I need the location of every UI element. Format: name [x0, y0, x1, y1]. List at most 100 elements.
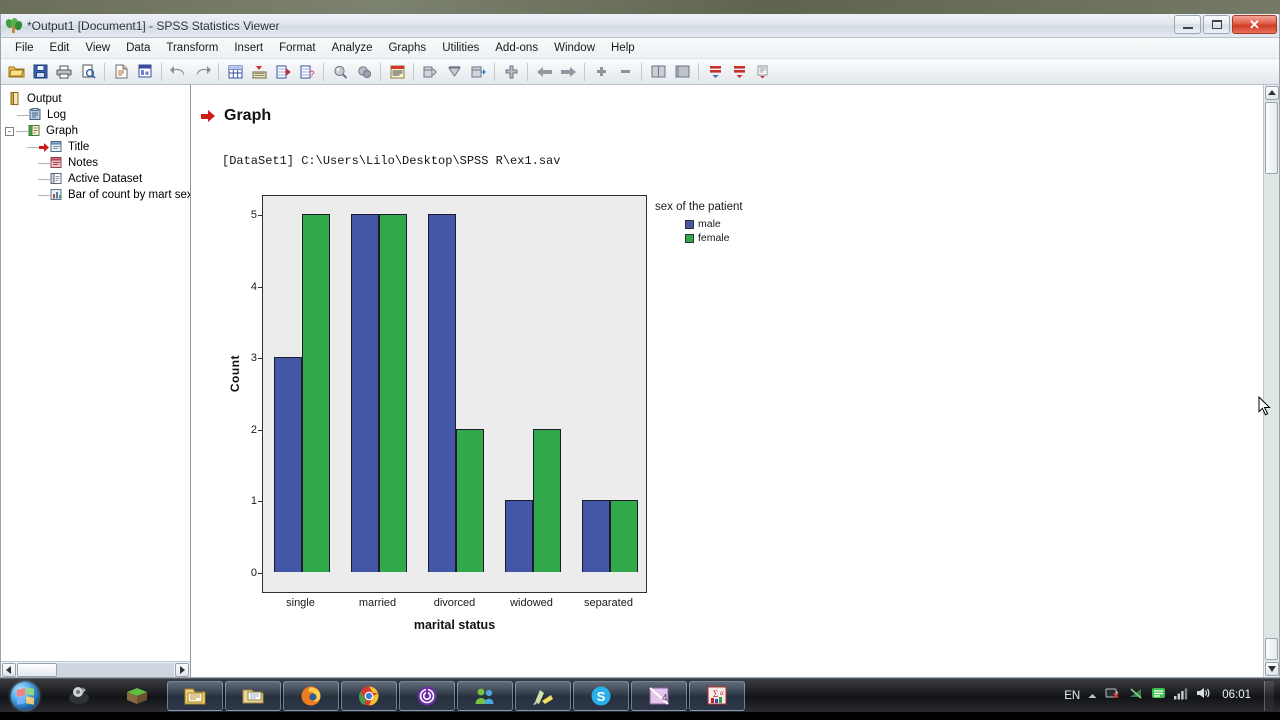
signal-icon[interactable] [1173, 687, 1188, 705]
undo-icon[interactable] [167, 61, 189, 83]
taskbar-item-explorer-folder[interactable] [167, 680, 223, 711]
taskbar-item-spss[interactable]: Σα [689, 680, 745, 711]
bar-female-married[interactable] [378, 214, 407, 572]
split-file-icon[interactable] [419, 61, 441, 83]
export-icon[interactable] [134, 61, 156, 83]
volume-icon[interactable] [1195, 686, 1211, 705]
output-pane[interactable]: Graph [DataSet1] C:\Users\Lilo\Desktop\S… [191, 85, 1279, 677]
menu-insert[interactable]: Insert [226, 40, 271, 56]
scrollbar-track[interactable] [17, 662, 174, 677]
add-item-icon[interactable] [500, 61, 522, 83]
battery-error-icon[interactable] [1105, 686, 1121, 705]
green-shield-icon[interactable] [1151, 686, 1166, 705]
menu-format[interactable]: Format [271, 40, 323, 56]
vertical-scrollbar-thumb[interactable] [1264, 102, 1278, 174]
bar-chart[interactable]: Count 0 1 2 3 4 5 single married divorced widowe… [226, 195, 846, 650]
menu-file[interactable]: File [7, 40, 42, 56]
menu-help[interactable]: Help [603, 40, 643, 56]
weight-cases-icon[interactable] [443, 61, 465, 83]
outline-tree[interactable]: Output Log - Graph Title Notes Active Da… [1, 85, 190, 661]
run-descriptives-icon[interactable]: ? [296, 61, 318, 83]
expand-icon[interactable] [590, 61, 612, 83]
select-cases-icon[interactable] [353, 61, 375, 83]
hide-book-icon[interactable] [671, 61, 693, 83]
variables-icon[interactable] [248, 61, 270, 83]
maximize-button[interactable] [1203, 15, 1230, 34]
menu-edit[interactable]: Edit [42, 40, 78, 56]
taskbar-item-explorer-window[interactable] [225, 680, 281, 711]
menu-view[interactable]: View [77, 40, 118, 56]
minimize-button[interactable] [1174, 15, 1201, 34]
taskbar-item-bittorrent[interactable] [399, 680, 455, 711]
menu-add-ons[interactable]: Add-ons [487, 40, 546, 56]
output-vertical-scrollbar[interactable] [1263, 85, 1279, 677]
redo-icon[interactable] [191, 61, 213, 83]
start-button[interactable] [3, 681, 47, 711]
outline-pane: Output Log - Graph Title Notes Active Da… [1, 85, 191, 677]
tree-item-active-dataset[interactable]: Active Dataset [38, 171, 188, 187]
taskbar-item-paint[interactable] [515, 680, 571, 711]
tree-item-title[interactable]: Title [27, 139, 188, 155]
show-book-icon[interactable] [647, 61, 669, 83]
network-disconnected-icon[interactable] [1128, 686, 1144, 705]
taskbar-item-minecraft[interactable] [109, 681, 165, 711]
bar-male-widowed[interactable] [504, 500, 533, 572]
tree-item-graph[interactable]: - Graph [5, 123, 188, 139]
bar-female-separated[interactable] [609, 500, 638, 572]
show-desktop-button[interactable] [1264, 680, 1274, 711]
scroll-down-button[interactable] [1264, 662, 1279, 676]
goto-data-icon[interactable] [224, 61, 246, 83]
bar-male-married[interactable] [350, 214, 379, 572]
new-document-icon[interactable] [110, 61, 132, 83]
taskbar-item-messenger[interactable] [457, 680, 513, 711]
collapse-icon[interactable] [614, 61, 636, 83]
print-icon[interactable] [53, 61, 75, 83]
goto-case-icon[interactable] [272, 61, 294, 83]
taskbar-item-chrome[interactable] [341, 680, 397, 711]
scroll-up-button[interactable] [1264, 86, 1279, 100]
scroll-left-button[interactable] [2, 662, 16, 677]
language-indicator[interactable]: EN [1064, 690, 1080, 702]
vertical-scrollbar-thumb-secondary[interactable] [1264, 638, 1278, 660]
bar-female-single[interactable] [301, 214, 330, 572]
demote-icon[interactable] [728, 61, 750, 83]
close-button[interactable]: ✕ [1232, 15, 1277, 34]
outline-horizontal-scrollbar[interactable] [1, 661, 190, 677]
save-icon[interactable] [29, 61, 51, 83]
tree-item-notes[interactable]: Notes [38, 155, 188, 171]
print-preview-icon[interactable] [77, 61, 99, 83]
forward-arrow-icon[interactable] [557, 61, 579, 83]
tree-item-output[interactable]: Output [9, 91, 188, 107]
taskbar-item-windows-media[interactable] [51, 681, 107, 711]
tree-item-bar-chart[interactable]: Bar of count by mart sex [38, 187, 190, 203]
scrollbar-thumb[interactable] [17, 662, 57, 677]
open-file-icon[interactable] [5, 61, 27, 83]
back-arrow-icon[interactable] [533, 61, 555, 83]
scroll-right-button[interactable] [175, 662, 189, 677]
insert-title-icon[interactable] [386, 61, 408, 83]
menu-data[interactable]: Data [118, 40, 158, 56]
insert-note-icon[interactable] [752, 61, 774, 83]
menu-utilities[interactable]: Utilities [434, 40, 487, 56]
menu-graphs[interactable]: Graphs [380, 40, 434, 56]
value-labels-icon[interactable] [467, 61, 489, 83]
bar-female-widowed[interactable] [532, 428, 561, 572]
bar-male-separated[interactable] [581, 500, 610, 572]
promote-icon[interactable] [704, 61, 726, 83]
tree-item-log[interactable]: Log [17, 107, 188, 123]
menu-transform[interactable]: Transform [158, 40, 226, 56]
bar-male-single[interactable] [273, 357, 302, 572]
find-icon[interactable] [329, 61, 351, 83]
tree-expander-graph[interactable]: - [5, 126, 14, 136]
taskbar-item-media-player[interactable]: 4 [631, 680, 687, 711]
bar-female-divorced[interactable] [455, 428, 484, 572]
chevron-up-icon[interactable] [1087, 687, 1098, 705]
taskbar-item-skype[interactable]: S [573, 680, 629, 711]
vertical-scrollbar-track[interactable] [1263, 100, 1279, 662]
graph-heading-block[interactable]: Graph [201, 107, 271, 125]
taskbar-item-firefox[interactable] [283, 680, 339, 711]
clock[interactable]: 06:01 [1222, 689, 1251, 702]
bar-male-divorced[interactable] [427, 214, 456, 572]
menu-window[interactable]: Window [546, 40, 603, 56]
menu-analyze[interactable]: Analyze [324, 40, 381, 56]
